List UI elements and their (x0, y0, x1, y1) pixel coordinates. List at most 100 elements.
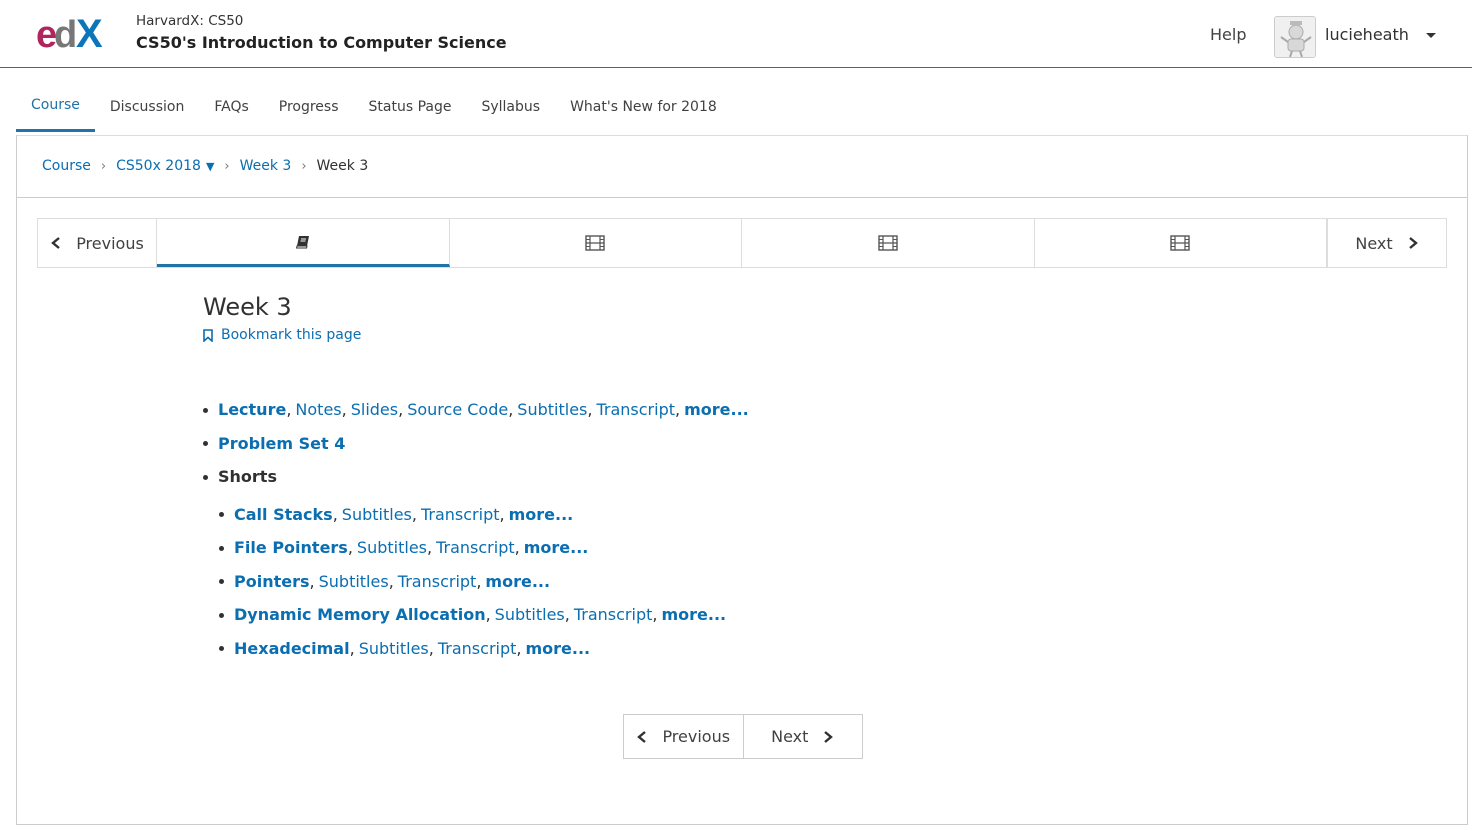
separator: , (411, 504, 417, 524)
avatar[interactable] (1274, 16, 1316, 58)
short-pointers-more-link[interactable]: more... (485, 572, 550, 591)
separator: , (428, 638, 434, 658)
bookmark-icon (203, 328, 213, 342)
tab-faqs[interactable]: FAQs (199, 81, 263, 132)
sequence-tab-video-3[interactable] (1035, 219, 1327, 267)
short-file-pointers-transcript-link[interactable]: Transcript (436, 538, 515, 557)
bottom-sequence-nav: Previous Next (623, 714, 863, 759)
lecture-source-code-link[interactable]: Source Code (407, 400, 508, 419)
list-item-short: Call Stacks, Subtitles, Transcript, more... (202, 498, 749, 532)
short-pointers-transcript-link[interactable]: Transcript (398, 572, 477, 591)
tab-what-s-new-for-2018[interactable]: What's New for 2018 (555, 81, 732, 132)
problem-set-link[interactable]: Problem Set 4 (218, 434, 345, 453)
short-hexadecimal-title-link[interactable]: Hexadecimal (234, 639, 350, 658)
tab-course[interactable]: Course (16, 81, 95, 132)
short-call-stacks-subtitles-link[interactable]: Subtitles (342, 505, 412, 524)
separator: , (388, 571, 394, 591)
caret-down-icon[interactable] (1423, 27, 1439, 43)
breadcrumb-current: Week 3 (316, 158, 369, 174)
separator: , (514, 538, 520, 558)
short-dynamic-memory-allocation-title-link[interactable]: Dynamic Memory Allocation (234, 605, 486, 624)
short-dynamic-memory-allocation-subtitles-link[interactable]: Subtitles (495, 605, 565, 624)
course-org: HarvardX: CS50 (136, 13, 244, 29)
edx-logo[interactable]: e d X (36, 14, 116, 52)
chevron-right-icon: › (301, 158, 307, 174)
list-item-short: Hexadecimal, Subtitles, Transcript, more... (202, 632, 749, 666)
list-item-lecture: Lecture, Notes, Slides, Source Code, Subtitl… (202, 393, 749, 427)
sequence-next-button[interactable]: Next (1327, 219, 1446, 267)
short-file-pointers-title-link[interactable]: File Pointers (234, 538, 348, 557)
unit-content: Week 3 Bookmark this page (203, 293, 1203, 343)
help-link[interactable]: Help (1210, 25, 1246, 44)
tab-progress[interactable]: Progress (264, 81, 354, 132)
lecture-slides-link[interactable]: Slides (351, 400, 398, 419)
chevron-right-icon (1408, 237, 1418, 249)
bookmark-label: Bookmark this page (221, 327, 362, 343)
short-call-stacks-more-link[interactable]: more... (509, 505, 574, 524)
separator: , (347, 538, 353, 558)
week-resources-list: Lecture, Notes, Slides, Source Code, Subtitl… (202, 393, 749, 665)
caret-down-icon: ▼ (205, 160, 215, 173)
breadcrumb: Course › CS50x 2018 ▼ › Week 3 › Week 3 (42, 158, 368, 174)
chevron-right-icon: › (224, 158, 230, 174)
short-call-stacks-title-link[interactable]: Call Stacks (234, 505, 333, 524)
separator: , (564, 605, 570, 625)
short-file-pointers-more-link[interactable]: more... (524, 538, 589, 557)
list-item-short: File Pointers, Subtitles, Transcript, more.… (202, 531, 749, 565)
chevron-right-icon: › (100, 158, 107, 174)
short-pointers-subtitles-link[interactable]: Subtitles (319, 572, 389, 591)
separator: , (341, 400, 347, 420)
separator: , (499, 504, 505, 524)
video-icon (585, 235, 605, 251)
unit-title: Week 3 (203, 293, 292, 321)
svg-text:d: d (54, 14, 77, 52)
tab-discussion[interactable]: Discussion (95, 81, 199, 132)
avatar-image (1275, 17, 1315, 57)
lecture-more-link[interactable]: more... (684, 400, 749, 419)
separator: , (652, 605, 658, 625)
sequence-tab-video-1[interactable] (450, 219, 742, 267)
breadcrumb-course[interactable]: Course (42, 158, 91, 174)
separator: , (476, 571, 482, 591)
short-call-stacks-transcript-link[interactable]: Transcript (421, 505, 500, 524)
lecture-notes-link[interactable]: Notes (295, 400, 341, 419)
site-header: e d X HarvardX: CS50 CS50's Introduction… (0, 0, 1472, 68)
separator: , (516, 638, 522, 658)
separator: , (508, 400, 514, 420)
short-hexadecimal-subtitles-link[interactable]: Subtitles (359, 639, 429, 658)
course-tabs: Course Discussion FAQs Progress Status Page S… (16, 84, 732, 135)
sequence-previous-button[interactable]: Previous (38, 219, 157, 267)
breadcrumb-section[interactable]: CS50x 2018 ▼ (116, 158, 214, 174)
sequence-tab-text[interactable] (157, 219, 450, 267)
book-icon (295, 235, 309, 248)
short-hexadecimal-more-link[interactable]: more... (525, 639, 590, 658)
list-item-short: Pointers, Subtitles, Transcript, more... (202, 565, 749, 599)
short-dynamic-memory-allocation-transcript-link[interactable]: Transcript (574, 605, 653, 624)
chevron-right-icon (824, 730, 834, 743)
video-icon (878, 235, 898, 251)
bottom-next-label: Next (771, 727, 809, 746)
bottom-previous-button[interactable]: Previous (624, 715, 744, 758)
short-hexadecimal-transcript-link[interactable]: Transcript (438, 639, 517, 658)
bottom-next-button[interactable]: Next (744, 715, 863, 758)
sequence-next-label: Next (1355, 233, 1393, 253)
short-dynamic-memory-allocation-more-link[interactable]: more... (661, 605, 726, 624)
sequence-tab-video-2[interactable] (742, 219, 1035, 267)
short-file-pointers-subtitles-link[interactable]: Subtitles (357, 538, 427, 557)
username[interactable]: lucieheath (1325, 25, 1409, 44)
lecture-title-link[interactable]: Lecture (218, 400, 286, 419)
separator: , (332, 504, 338, 524)
video-icon (1170, 235, 1190, 251)
short-pointers-title-link[interactable]: Pointers (234, 572, 310, 591)
sequence-nav: Previous Next (37, 218, 1447, 268)
list-item-problem-set: Problem Set 4 (202, 427, 749, 461)
separator: , (675, 400, 681, 420)
breadcrumb-subsection[interactable]: Week 3 (240, 158, 292, 174)
tab-status-page[interactable]: Status Page (354, 81, 467, 132)
separator: , (587, 400, 593, 420)
separator: , (427, 538, 433, 558)
lecture-subtitles-link[interactable]: Subtitles (517, 400, 587, 419)
lecture-transcript-link[interactable]: Transcript (596, 400, 675, 419)
bookmark-button[interactable]: Bookmark this page (203, 327, 1203, 343)
tab-syllabus[interactable]: Syllabus (466, 81, 555, 132)
